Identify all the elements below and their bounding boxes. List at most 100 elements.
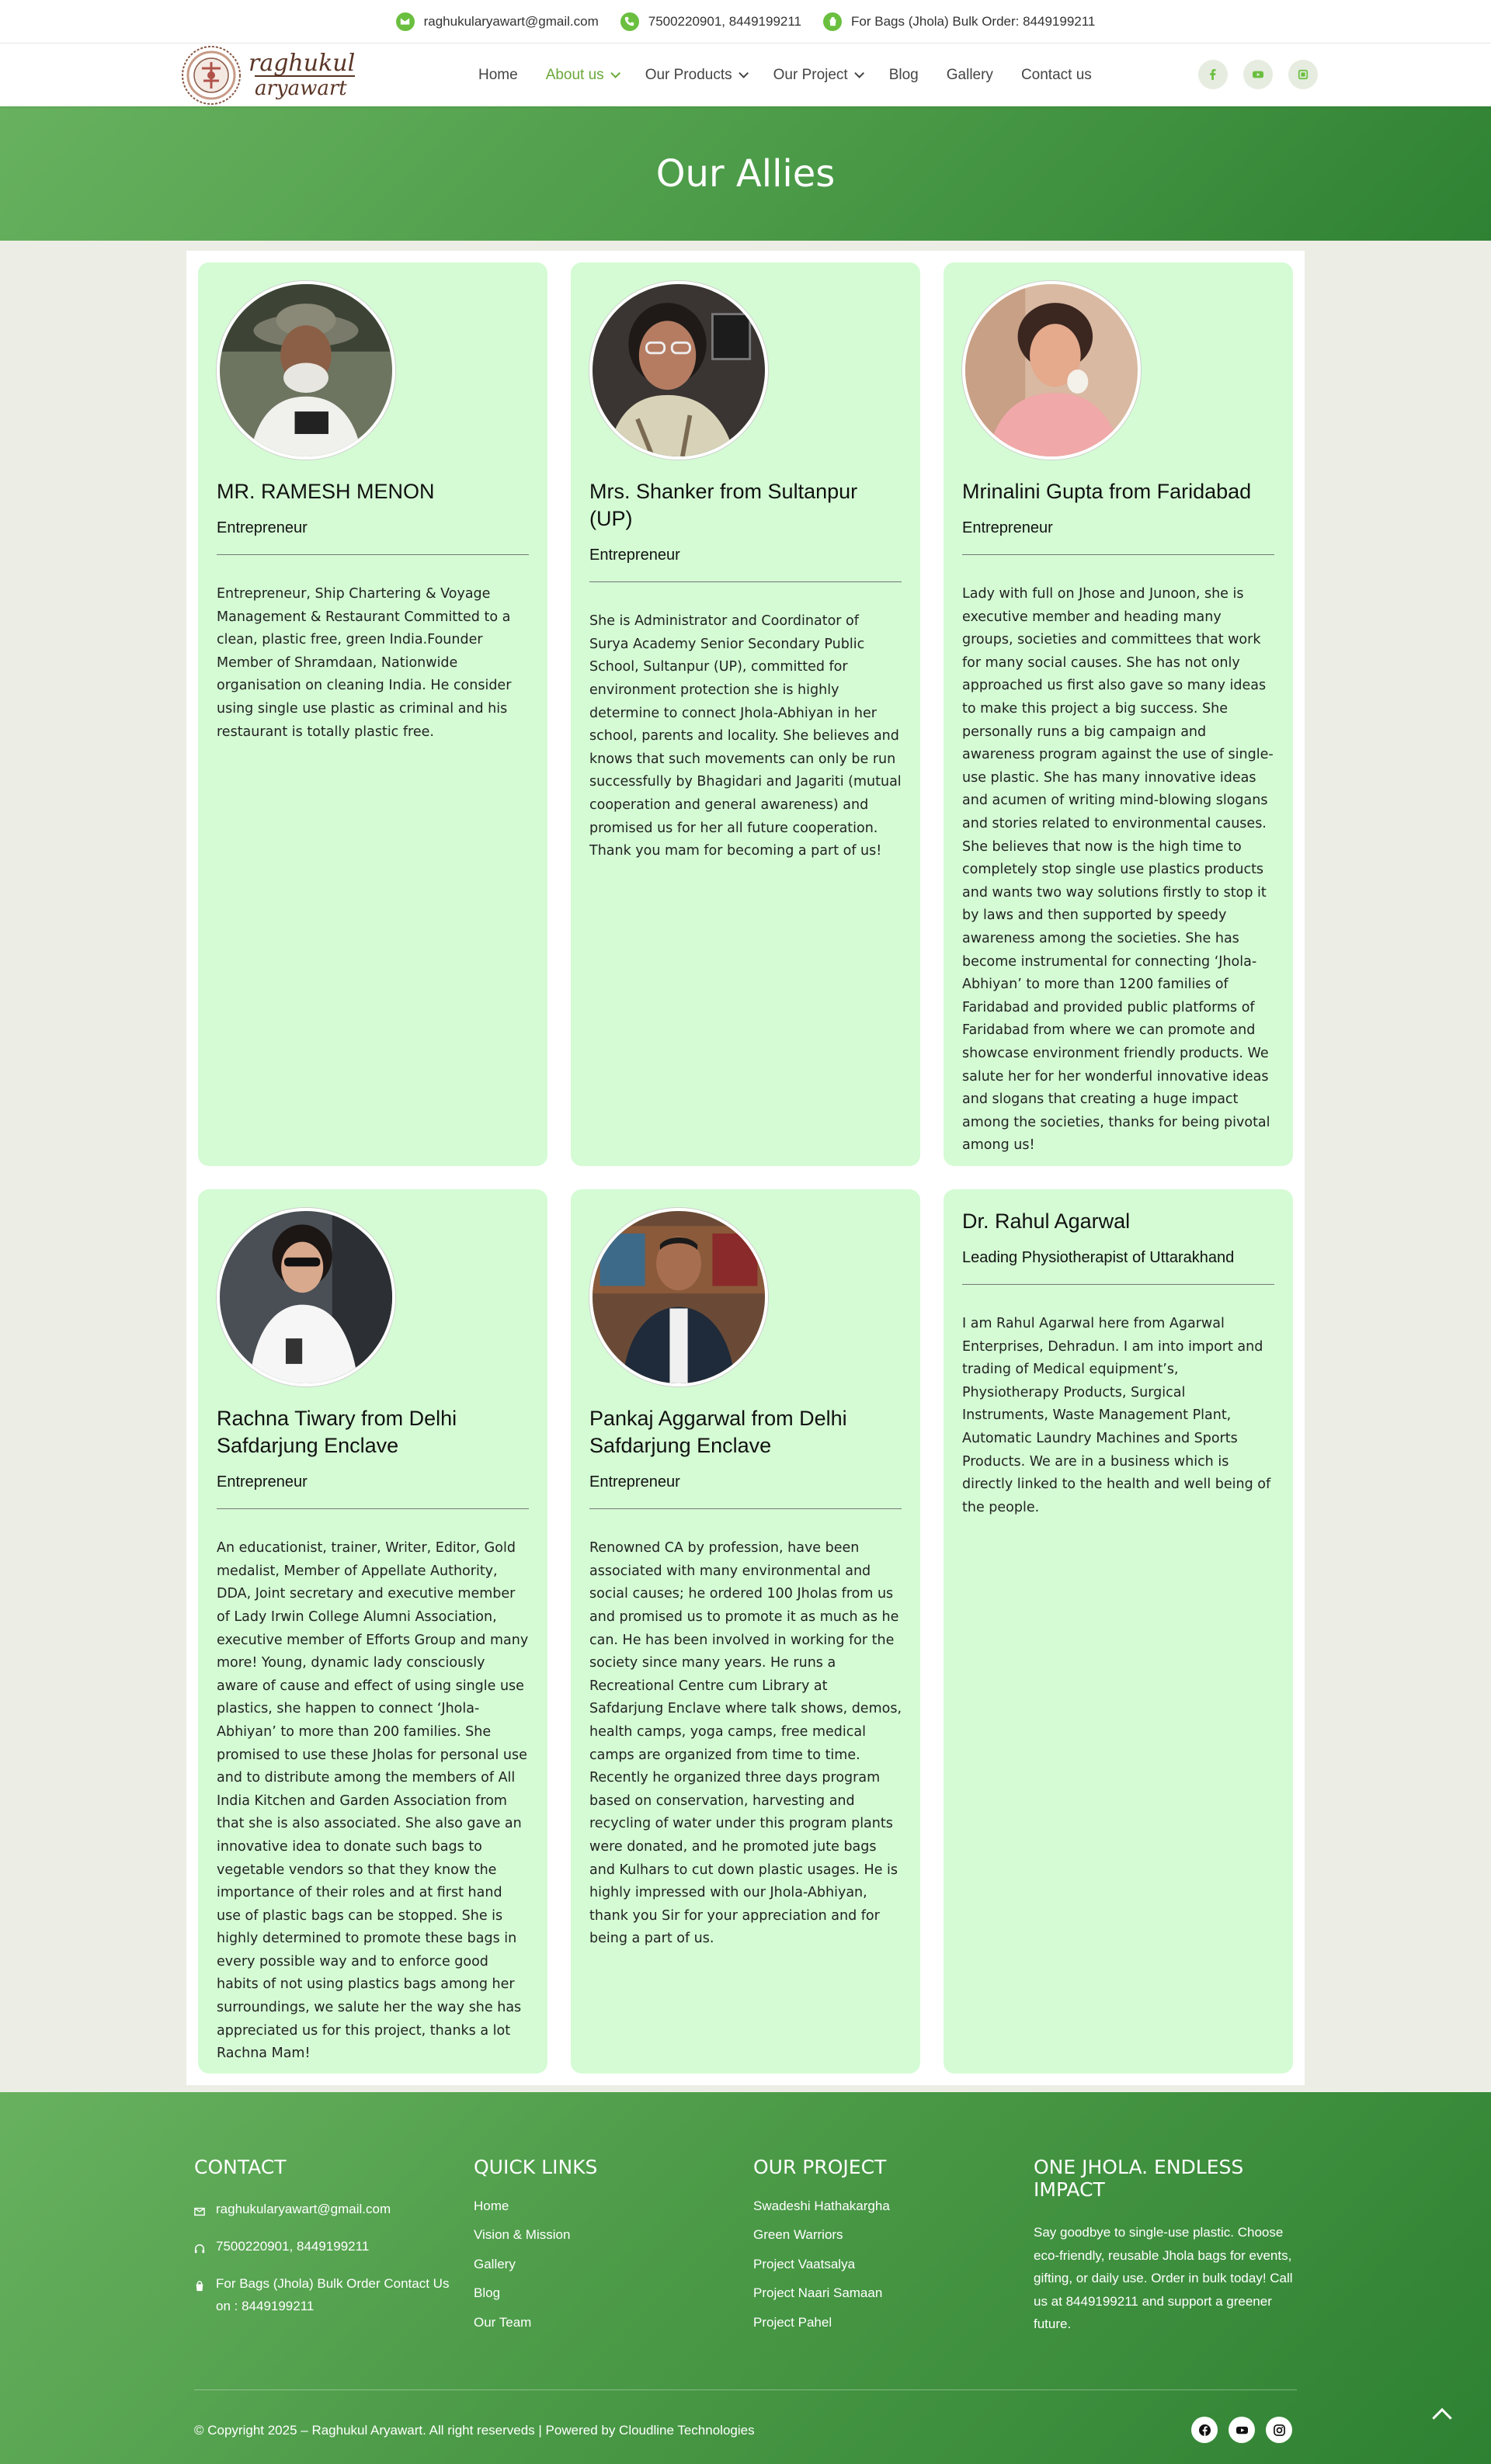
footer-impact-title: ONE JHOLA. ENDLESS IMPACT: [1034, 2156, 1244, 2201]
back-to-top-button[interactable]: [1425, 2396, 1459, 2431]
footer-link[interactable]: Home: [474, 2199, 707, 2214]
headset-icon: [194, 2240, 207, 2254]
footer-project-link[interactable]: Project Pahel: [753, 2315, 986, 2330]
chevron-down-icon: [610, 68, 620, 78]
nav-project[interactable]: Our Project: [773, 66, 864, 84]
nav-project-label: Our Project: [773, 66, 848, 83]
footer-project-link[interactable]: Green Warriors: [753, 2227, 986, 2243]
logo-line1: raghukul: [248, 49, 356, 77]
topbar-email[interactable]: raghukularyawart@gmail.com: [395, 12, 599, 31]
footer-phone-text: 7500220901, 8449199211: [216, 2238, 370, 2254]
ally-name: Rachna Tiwary from Delhi Safdarjung Encl…: [217, 1407, 457, 1458]
nav-about[interactable]: About us: [545, 66, 620, 84]
page-title: Our Allies: [655, 151, 836, 196]
site-logo[interactable]: raghukul aryawart: [179, 43, 356, 106]
instagram-icon[interactable]: [1288, 60, 1318, 89]
footer-social-links: [1191, 2417, 1292, 2443]
ally-description: Lady with full on Jhose and Junoon, she …: [962, 586, 1274, 1154]
footer-bulk-order[interactable]: For Bags (Jhola) Bulk Order Contact Us o…: [194, 2273, 450, 2318]
main-nav: Home About us Our Products Our Project B…: [478, 43, 1092, 106]
footer-phone[interactable]: 7500220901, 8449199211: [194, 2236, 450, 2258]
ally-description: An educationist, trainer, Writer, Editor…: [217, 1540, 529, 2062]
footer-divider: [194, 2389, 1297, 2390]
ally-name: Pankaj Aggarwal from Delhi Safdarjung En…: [589, 1407, 847, 1458]
footer-link[interactable]: Blog: [474, 2285, 707, 2301]
ally-name: Mrs. Shanker from Sultanpur (UP): [589, 480, 858, 531]
shopping-bag-icon: [823, 12, 843, 31]
nav-blog[interactable]: Blog: [889, 67, 919, 84]
phone-icon: [620, 12, 639, 31]
ally-card: Rachna Tiwary from Delhi Safdarjung Encl…: [198, 1189, 547, 2074]
facebook-icon[interactable]: [1191, 2417, 1218, 2443]
footer-impact: ONE JHOLA. ENDLESS IMPACT Say goodbye to…: [1034, 2156, 1302, 2336]
ally-role: Entrepreneur: [217, 1473, 529, 1510]
footer-project-link[interactable]: Project Vaatsalya: [753, 2257, 986, 2272]
nav-blog-label: Blog: [888, 66, 919, 83]
ally-role: Entrepreneur: [962, 519, 1274, 556]
ally-name: MR. RAMESH MENON: [217, 480, 435, 503]
nav-contact[interactable]: Contact us: [1021, 67, 1092, 84]
top-contact-bar: raghukularyawart@gmail.com 7500220901, 8…: [0, 0, 1491, 43]
topbar-phone[interactable]: 7500220901, 8449199211: [620, 12, 801, 31]
logo-seal-icon: [179, 45, 244, 106]
header-social-links: [1198, 60, 1318, 89]
nav-gallery-label: Gallery: [946, 66, 993, 83]
ally-role: Entrepreneur: [589, 1473, 902, 1510]
footer-copyright: © Copyright 2025 – Raghukul Aryawart. Al…: [194, 2423, 755, 2438]
ally-photo: [217, 281, 395, 460]
ally-description: Renowned CA by profession, have been ass…: [589, 1540, 902, 1947]
footer-impact-text: Say goodbye to single-use plastic. Choos…: [1034, 2225, 1293, 2332]
ally-photo: [589, 281, 768, 460]
ally-card: MR. RAMESH MENON Entrepreneur Entreprene…: [198, 262, 547, 1166]
topbar-bulk-order[interactable]: For Bags (Jhola) Bulk Order: 8449199211: [823, 12, 1095, 31]
ally-role: Entrepreneur: [217, 519, 529, 556]
chevron-up-icon: [1432, 2407, 1452, 2428]
nav-gallery[interactable]: Gallery: [947, 67, 993, 84]
nav-home[interactable]: Home: [478, 67, 518, 84]
ally-card: Mrinalini Gupta from Faridabad Entrepren…: [944, 262, 1293, 1166]
site-footer: CONTACT raghukularyawart@gmail.com 75002…: [0, 2092, 1491, 2464]
nav-contact-label: Contact us: [1020, 66, 1092, 83]
topbar-bulk-text: For Bags (Jhola) Bulk Order: 8449199211: [851, 13, 1096, 29]
ally-role: Leading Physiotherapist of Uttarakhand: [962, 1249, 1274, 1286]
footer-link[interactable]: Our Team: [474, 2315, 707, 2330]
footer-quick-links-title: QUICK LINKS: [474, 2156, 598, 2178]
topbar-phone-text: 7500220901, 8449199211: [648, 13, 802, 29]
ally-card: Dr. Rahul Agarwal Leading Physiotherapis…: [944, 1189, 1293, 2074]
footer-project-link[interactable]: Project Naari Samaan: [753, 2285, 986, 2301]
footer-project-link[interactable]: Swadeshi Hathakargha: [753, 2199, 986, 2214]
ally-description: She is Administrator and Coordinator of …: [589, 613, 902, 859]
youtube-icon[interactable]: [1243, 60, 1273, 89]
youtube-icon[interactable]: [1229, 2417, 1255, 2443]
nav-home-label: Home: [478, 66, 518, 83]
ally-card: Pankaj Aggarwal from Delhi Safdarjung En…: [571, 1189, 920, 2074]
chevron-down-icon: [738, 68, 749, 78]
footer-quick-links: QUICK LINKS Home Vision & Mission Galler…: [474, 2156, 707, 2344]
ally-photo: [589, 1208, 768, 1386]
chevron-down-icon: [853, 68, 864, 78]
instagram-icon[interactable]: [1266, 2417, 1292, 2443]
footer-link[interactable]: Vision & Mission: [474, 2227, 707, 2243]
topbar-email-text: raghukularyawart@gmail.com: [423, 13, 599, 29]
ally-description: I am Rahul Agarwal here from Agarwal Ent…: [962, 1316, 1271, 1515]
footer-email-text: raghukularyawart@gmail.com: [216, 2202, 391, 2216]
ally-description: Entrepreneur, Ship Chartering & Voyage M…: [217, 586, 512, 740]
footer-email[interactable]: raghukularyawart@gmail.com: [194, 2199, 450, 2221]
ally-card: Mrs. Shanker from Sultanpur (UP) Entrepr…: [571, 262, 920, 1166]
facebook-icon[interactable]: [1198, 60, 1228, 89]
footer-link[interactable]: Gallery: [474, 2257, 707, 2272]
footer-bulk-text: For Bags (Jhola) Bulk Order Contact Us o…: [216, 2275, 450, 2313]
page-hero: Our Allies: [0, 106, 1491, 241]
nav-about-label: About us: [545, 66, 604, 83]
ally-role: Entrepreneur: [589, 547, 902, 583]
allies-grid: MR. RAMESH MENON Entrepreneur Entreprene…: [186, 251, 1305, 2085]
ally-name: Mrinalini Gupta from Faridabad: [962, 480, 1252, 503]
logo-wordmark: raghukul aryawart: [248, 49, 356, 99]
ally-name: Dr. Rahul Agarwal: [962, 1209, 1131, 1233]
nav-products[interactable]: Our Products: [645, 67, 749, 84]
mail-icon: [194, 2202, 207, 2216]
site-header: raghukul aryawart Home About us Our Prod…: [0, 43, 1491, 106]
ally-photo: [962, 281, 1141, 460]
footer-contact-title: CONTACT: [194, 2156, 287, 2178]
ally-photo: [217, 1208, 395, 1386]
